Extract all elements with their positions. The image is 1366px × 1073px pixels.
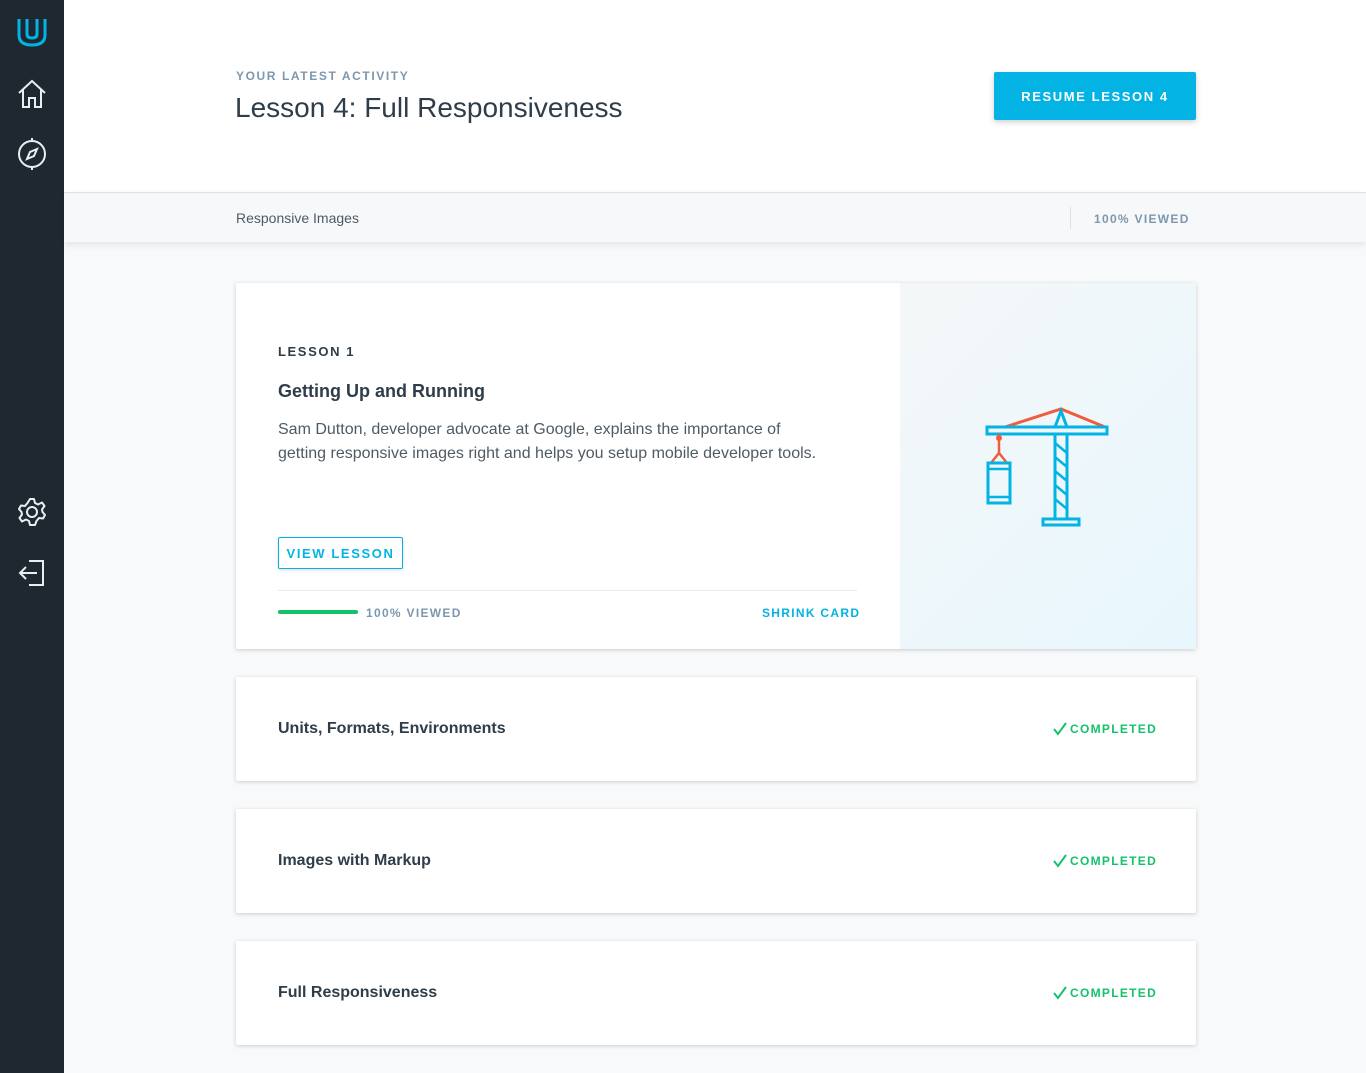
current-concept-label: Responsive Images xyxy=(236,210,359,226)
lesson-title: Getting Up and Running xyxy=(278,381,485,401)
lesson-title: Full Responsiveness xyxy=(278,984,438,1001)
home-icon[interactable] xyxy=(14,76,50,112)
udacity-logo-icon[interactable] xyxy=(14,14,50,50)
lesson-card[interactable]: Images with Markup COMPLETED xyxy=(236,809,1196,913)
divider xyxy=(1070,207,1071,229)
latest-activity-header: YOUR LATEST ACTIVITY Lesson 4: Full Resp… xyxy=(64,0,1366,192)
lesson-number: LESSON 1 xyxy=(278,344,356,359)
view-lesson-button[interactable]: VIEW LESSON xyxy=(278,537,403,569)
progress-bar-fill xyxy=(278,610,358,614)
gear-icon[interactable] xyxy=(14,494,50,530)
lesson-card[interactable]: Units, Formats, Environments COMPLETED xyxy=(236,677,1196,781)
lesson-card-expanded: LESSON 1 Getting Up and Running Sam Dutt… xyxy=(236,283,1196,649)
logout-icon[interactable] xyxy=(14,555,50,591)
lesson-title: Images with Markup xyxy=(278,852,431,869)
status-badge: COMPLETED xyxy=(1052,853,1157,869)
status-badge: COMPLETED xyxy=(1052,721,1157,737)
latest-activity-label: YOUR LATEST ACTIVITY xyxy=(236,69,410,83)
current-concept-bar[interactable]: Responsive Images 100% VIEWED xyxy=(64,192,1366,242)
sidebar xyxy=(0,0,64,1073)
crane-icon xyxy=(985,406,1109,527)
lesson-description: Sam Dutton, developer advocate at Google… xyxy=(278,421,817,462)
status-label: COMPLETED xyxy=(1070,722,1158,736)
check-icon xyxy=(1053,722,1067,736)
check-icon xyxy=(1053,986,1067,1000)
status-label: COMPLETED xyxy=(1070,986,1158,1000)
page-title: Lesson 4: Full Responsiveness xyxy=(235,92,623,123)
resume-lesson-button[interactable]: RESUME LESSON 4 xyxy=(994,72,1196,120)
status-label: COMPLETED xyxy=(1070,854,1158,868)
compass-icon[interactable] xyxy=(14,136,50,172)
divider xyxy=(278,590,857,591)
status-badge: COMPLETED xyxy=(1052,985,1157,1001)
check-icon xyxy=(1053,854,1067,868)
progress-text: 100% VIEWED xyxy=(366,606,462,620)
progress-bar xyxy=(278,610,358,614)
lesson-card[interactable]: Full Responsiveness COMPLETED xyxy=(236,941,1196,1045)
lesson-title: Units, Formats, Environments xyxy=(278,720,506,737)
shrink-card-link[interactable]: SHRINK CARD xyxy=(762,606,860,620)
concept-viewed-status: 100% VIEWED xyxy=(1094,212,1190,226)
lesson-illustration xyxy=(900,283,1196,649)
